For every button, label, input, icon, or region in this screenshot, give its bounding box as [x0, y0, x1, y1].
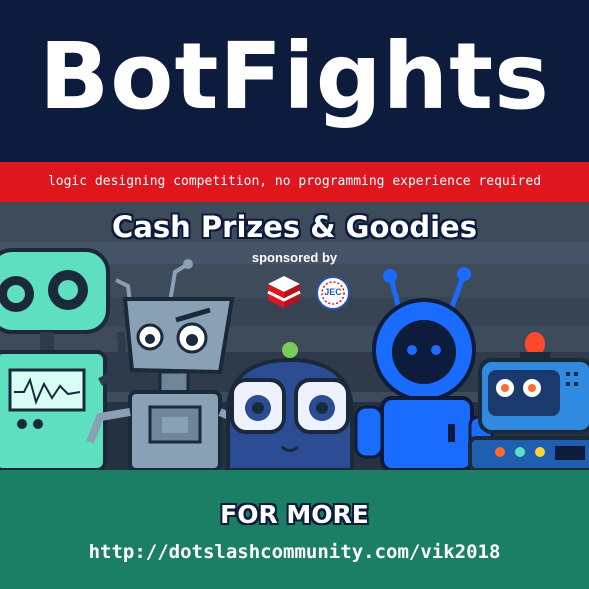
stacked-cube-logo [267, 276, 301, 308]
jec-seal-text: JEC [324, 287, 342, 297]
grey-angry-robot [86, 259, 240, 470]
poster: BotFights logic designing competition, n… [0, 0, 589, 589]
for-more-heading: FOR MORE [220, 500, 369, 529]
prizes-heading: Cash Prizes & Goodies [112, 210, 477, 244]
event-title: BotFights [39, 23, 550, 130]
sponsored-by-label: sponsored by [251, 250, 338, 265]
event-url-link[interactable]: http://dotslashcommunity.com/vik2018 [0, 540, 589, 564]
green-robot [0, 248, 126, 470]
white-eyes-robot [226, 342, 354, 470]
blue-siren-robot [468, 332, 589, 470]
tagline-text: logic designing competition, no programm… [47, 174, 542, 189]
